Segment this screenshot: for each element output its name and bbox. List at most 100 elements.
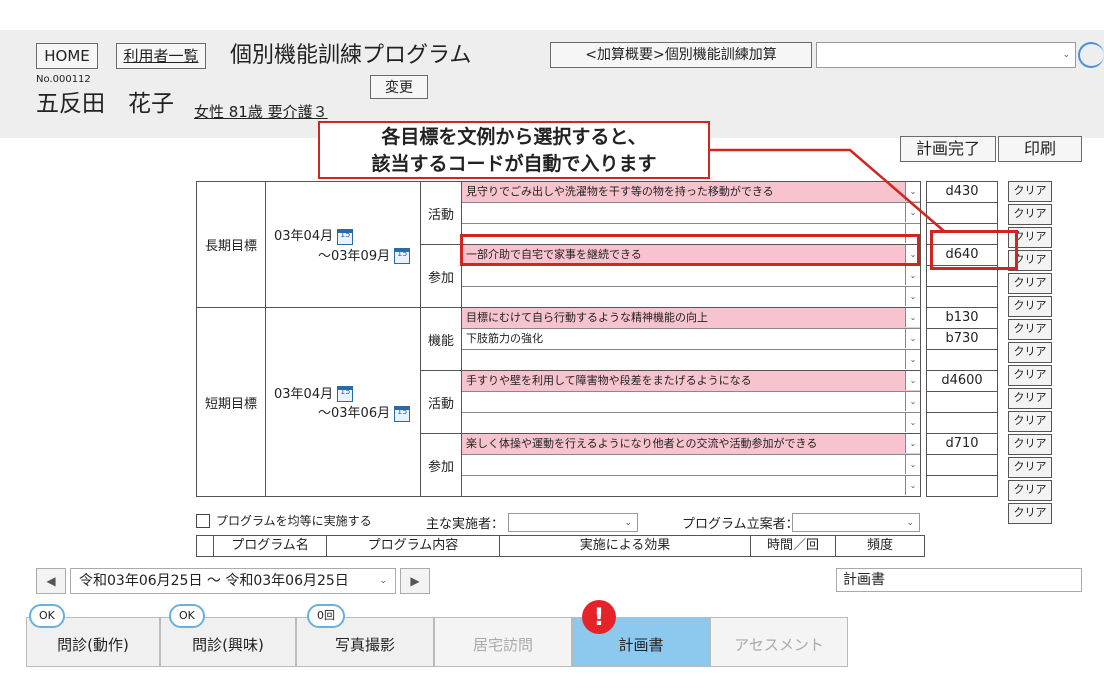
chevron-down-icon: ⌄ [379, 576, 387, 586]
short-term-start: 03年04月 [274, 386, 334, 402]
clear-button[interactable]: クリア [1008, 273, 1052, 294]
category-label: 機能 [420, 307, 462, 371]
goal-select[interactable]: 目標にむけて自ら行動するような精神機能の向上 ⌄ [462, 308, 920, 329]
patient-name: 五反田 花子 [36, 91, 174, 117]
row-handle-column [197, 536, 214, 556]
main-performer-select[interactable]: ⌄ [508, 513, 638, 532]
date-range-select[interactable]: 令和03年06月25日 ～ 令和03年06月25日 ⌄ [70, 568, 396, 594]
code-field[interactable] [926, 476, 998, 497]
clear-button[interactable]: クリア [1008, 503, 1052, 524]
chevron-down-icon: ⌄ [906, 517, 914, 528]
column-header: 時間／回 [751, 536, 836, 556]
home-button[interactable]: HOME [36, 43, 98, 69]
code-field[interactable] [926, 350, 998, 371]
clear-button[interactable]: クリア [1008, 457, 1052, 478]
goal-select[interactable]: ⌄ [462, 413, 920, 433]
goal-select[interactable]: ⌄ [462, 266, 920, 287]
change-button[interactable]: 変更 [370, 75, 428, 99]
column-header: 頻度 [866, 538, 893, 553]
goal-select[interactable]: ⌄ [462, 476, 920, 496]
planner-label: プログラム立案者： [682, 517, 799, 532]
chevron-down-icon[interactable]: ⌄ [905, 308, 920, 327]
clear-button[interactable]: クリア [1008, 388, 1052, 409]
tab-interview-motion[interactable]: 問診(動作) OK [26, 604, 160, 667]
print-button[interactable]: 印刷 [998, 136, 1082, 162]
planner-select[interactable]: ⌄ [792, 513, 920, 532]
goal-select[interactable]: 手すりや壁を利用して障害物や段差をまたげるようになる ⌄ [462, 371, 920, 392]
callout-line-2: 該当するコードが自動で入ります [371, 153, 657, 175]
column-header: プログラム名 [214, 536, 327, 556]
callout-connector [710, 148, 946, 233]
long-term-start: 03年04月 [274, 229, 334, 244]
chevron-down-icon[interactable]: ⌄ [905, 266, 920, 285]
goal-item-group: 手すりや壁を利用して障害物や段差をまたげるようになる ⌄ ⌄ ⌄ [461, 370, 921, 434]
goal-select[interactable]: ⌄ [462, 287, 920, 307]
tab-assessment[interactable]: アセスメント [710, 617, 848, 667]
tab-interview-interest[interactable]: 問診(興味) OK [160, 604, 296, 667]
code-field[interactable]: d4600 [926, 371, 998, 392]
chevron-down-icon[interactable]: ⌄ [905, 413, 920, 432]
user-list-button[interactable]: 利用者一覧 [116, 43, 206, 69]
column-header: プログラム内容 [327, 536, 500, 556]
addition-button[interactable]: <加算概要>個別機能訓練加算 [550, 42, 812, 68]
short-term-period: 03年04月 15 ～03年06月 15 [265, 307, 421, 497]
chevron-down-icon[interactable]: ⌄ [905, 455, 920, 474]
clear-button[interactable]: クリア [1008, 365, 1052, 386]
clear-button[interactable]: クリア [1008, 204, 1052, 225]
callout-line-1: 各目標を文例から選択すると、 [381, 126, 647, 148]
clear-button[interactable]: クリア [1008, 342, 1052, 363]
equal-checkbox[interactable] [196, 514, 210, 528]
chevron-down-icon: ⌄ [1062, 50, 1070, 60]
code-field[interactable] [926, 413, 998, 434]
chevron-down-icon[interactable]: ⌄ [905, 350, 920, 369]
help-icon[interactable] [1078, 42, 1104, 68]
category-label: 参加 [420, 244, 462, 308]
next-arrow-icon[interactable]: ▶ [400, 568, 430, 594]
goal-item-group: 楽しく体操や運動を行えるようになり他者との交流や活動参加ができる ⌄ ⌄ ⌄ [461, 433, 921, 497]
prev-arrow-icon[interactable]: ◀ [36, 568, 66, 594]
chevron-down-icon[interactable]: ⌄ [905, 371, 920, 390]
code-field[interactable] [926, 455, 998, 476]
chevron-down-icon[interactable]: ⌄ [905, 287, 920, 306]
chevron-down-icon: ⌄ [624, 517, 632, 528]
patient-number: No.000112 [36, 74, 91, 85]
calendar-icon[interactable]: 15 [394, 405, 411, 422]
chevron-down-icon[interactable]: ⌄ [905, 434, 920, 453]
addition-select[interactable]: ⌄ [816, 42, 1076, 68]
program-table-header: プログラム名 プログラム内容 実施による効果 時間／回 頻度 [196, 535, 925, 557]
goal-select[interactable]: ⌄ [462, 350, 920, 370]
tab-home-visit[interactable]: 居宅訪問 [434, 617, 572, 667]
calendar-icon[interactable]: 15 [337, 386, 354, 402]
patient-info: 女性 81歳 要介護３ [194, 103, 328, 121]
code-field[interactable]: d710 [926, 434, 998, 455]
clear-button[interactable]: クリア [1008, 411, 1052, 432]
calendar-icon[interactable]: 15 [337, 228, 354, 245]
clear-button[interactable]: クリア [1008, 319, 1052, 340]
goal-select[interactable]: 下肢筋力の強化 ⌄ [462, 329, 920, 350]
clear-button[interactable]: クリア [1008, 480, 1052, 501]
goal-select[interactable]: ⌄ [462, 392, 920, 413]
chevron-down-icon[interactable]: ⌄ [905, 476, 920, 495]
main-performer-label: 主な実施者： [426, 517, 505, 532]
goal-select[interactable]: 楽しく体操や運動を行えるようになり他者との交流や活動参加ができる ⌄ [462, 434, 920, 455]
highlight-code-d640 [930, 230, 1018, 270]
chevron-down-icon[interactable]: ⌄ [905, 392, 920, 411]
clear-button[interactable]: クリア [1008, 434, 1052, 455]
code-field[interactable]: b130 [926, 308, 998, 329]
status-badge: OK [29, 604, 65, 628]
callout-line [710, 148, 946, 233]
goal-select[interactable]: ⌄ [462, 455, 920, 476]
chevron-down-icon[interactable]: ⌄ [905, 329, 920, 348]
code-field[interactable] [926, 392, 998, 413]
code-field[interactable] [926, 287, 998, 308]
clear-button[interactable]: クリア [1008, 181, 1052, 202]
alert-icon: ! [582, 600, 616, 634]
callout-annotation: 各目標を文例から選択すると、 該当するコードが自動で入ります [318, 121, 710, 179]
document-type-field[interactable]: 計画書 [836, 568, 1082, 592]
calendar-icon[interactable]: 15 [394, 248, 411, 264]
code-field[interactable]: b730 [926, 329, 998, 350]
clear-button[interactable]: クリア [1008, 296, 1052, 317]
date-range-text: 令和03年06月25日 ～ 令和03年06月25日 [79, 573, 349, 589]
tab-photo[interactable]: 写真撮影 0回 [296, 604, 434, 667]
status-badge: 0回 [307, 604, 345, 628]
